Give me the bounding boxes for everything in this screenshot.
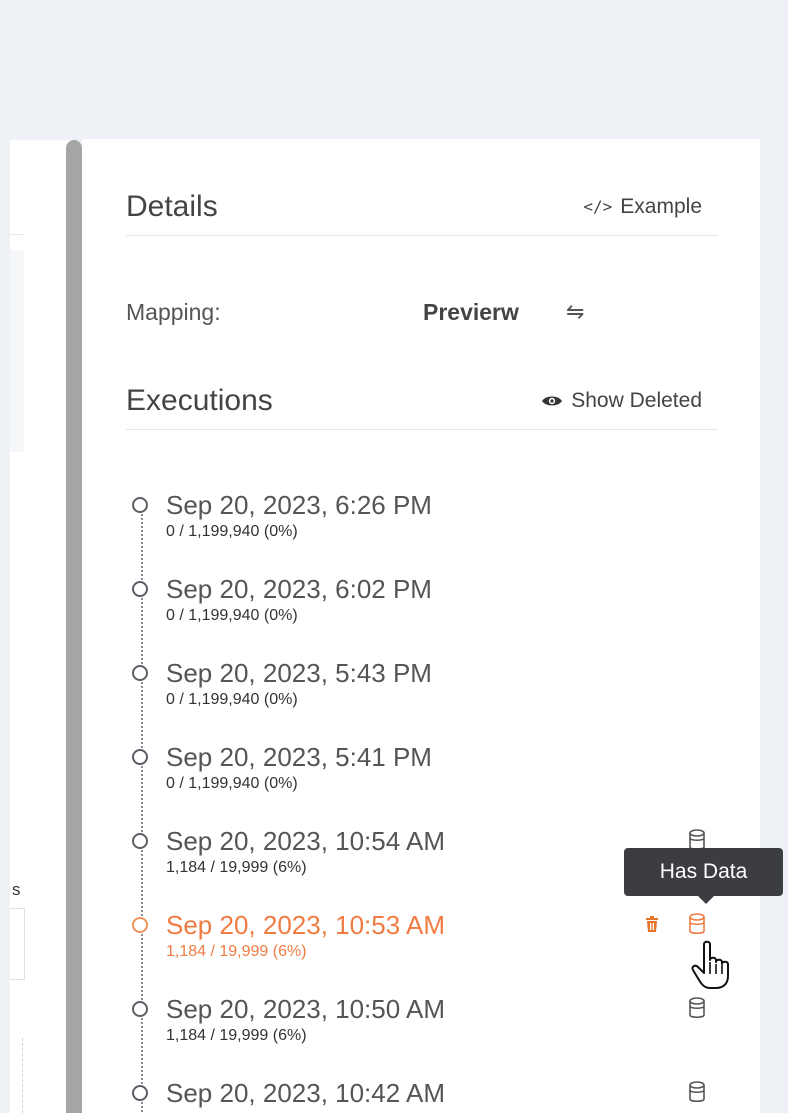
swap-arrows-icon[interactable]: ⇋	[566, 299, 584, 325]
timeline-node	[132, 665, 148, 681]
app-frame: s Details </> Example Mapping: Previerw …	[0, 0, 788, 1113]
execution-date: Sep 20, 2023, 5:41 PM	[166, 742, 432, 772]
execution-item[interactable]: Sep 20, 2023, 5:41 PM 0 / 1,199,940 (0%)	[126, 741, 718, 825]
left-pane-label-fragment: s	[12, 880, 21, 899]
database-icon[interactable]	[688, 913, 706, 935]
trash-icon[interactable]	[644, 915, 660, 933]
execution-item[interactable]: Sep 20, 2023, 5:43 PM 0 / 1,199,940 (0%)	[126, 657, 718, 741]
execution-item[interactable]: Sep 20, 2023, 6:26 PM 0 / 1,199,940 (0%)	[126, 489, 718, 573]
mapping-value: Previerw	[423, 299, 519, 325]
show-deleted-label: Show Deleted	[571, 389, 702, 412]
left-pane-input[interactable]	[10, 908, 25, 980]
timeline-node	[132, 1001, 148, 1017]
execution-item[interactable]: Sep 20, 2023, 10:50 AM 1,184 / 19,999 (6…	[126, 993, 718, 1077]
database-icon[interactable]	[688, 1081, 706, 1103]
timeline-node	[132, 497, 148, 513]
pane-splitter[interactable]	[66, 140, 82, 1113]
execution-item[interactable]: Sep 20, 2023, 10:42 AM	[126, 1077, 718, 1113]
divider	[10, 234, 24, 235]
execution-item[interactable]: Sep 20, 2023, 6:02 PM 0 / 1,199,940 (0%)	[126, 573, 718, 657]
timeline-node	[132, 917, 148, 933]
timeline-node	[132, 581, 148, 597]
execution-item-selected[interactable]: Sep 20, 2023, 10:53 AM 1,184 / 19,999 (6…	[126, 909, 718, 993]
executions-title: Executions	[126, 384, 273, 417]
details-panel: Details </> Example Mapping: Previerw ⇋ …	[82, 139, 760, 1113]
timeline-node	[132, 749, 148, 765]
timeline-node	[132, 1085, 148, 1101]
executions-header: Executions Show Deleted	[126, 381, 718, 430]
execution-count: 1,184 / 19,999 (6%)	[166, 859, 307, 876]
timeline-node	[132, 833, 148, 849]
execution-date: Sep 20, 2023, 6:26 PM	[166, 490, 432, 520]
left-pane-block	[10, 250, 24, 452]
database-icon[interactable]	[688, 997, 706, 1019]
execution-count: 0 / 1,199,940 (0%)	[166, 691, 298, 708]
execution-count: 0 / 1,199,940 (0%)	[166, 775, 298, 792]
example-link-label: Example	[620, 195, 702, 218]
execution-count: 1,184 / 19,999 (6%)	[166, 1027, 307, 1044]
left-pane: s	[10, 140, 70, 1113]
execution-date: Sep 20, 2023, 10:50 AM	[166, 994, 445, 1024]
execution-date: Sep 20, 2023, 10:54 AM	[166, 826, 445, 856]
execution-count: 0 / 1,199,940 (0%)	[166, 607, 298, 624]
execution-date: Sep 20, 2023, 10:53 AM	[166, 910, 445, 940]
details-header: Details </> Example	[126, 187, 718, 236]
left-pane-dashed-border	[22, 1038, 24, 1113]
code-icon: </>	[583, 197, 613, 216]
execution-date: Sep 20, 2023, 6:02 PM	[166, 574, 432, 604]
hand-pointer-cursor	[691, 940, 729, 989]
details-title: Details	[126, 190, 218, 223]
execution-date: Sep 20, 2023, 5:43 PM	[166, 658, 432, 688]
has-data-tooltip: Has Data	[624, 848, 783, 904]
execution-count: 0 / 1,199,940 (0%)	[166, 523, 298, 540]
show-deleted-toggle[interactable]: Show Deleted	[541, 389, 702, 413]
execution-date: Sep 20, 2023, 10:42 AM	[166, 1078, 445, 1108]
execution-count: 1,184 / 19,999 (6%)	[166, 943, 307, 960]
eye-icon	[542, 396, 563, 406]
example-link[interactable]: </> Example	[583, 195, 702, 219]
mapping-row: Mapping: Previerw ⇋	[126, 295, 718, 329]
mapping-label: Mapping:	[126, 299, 221, 325]
